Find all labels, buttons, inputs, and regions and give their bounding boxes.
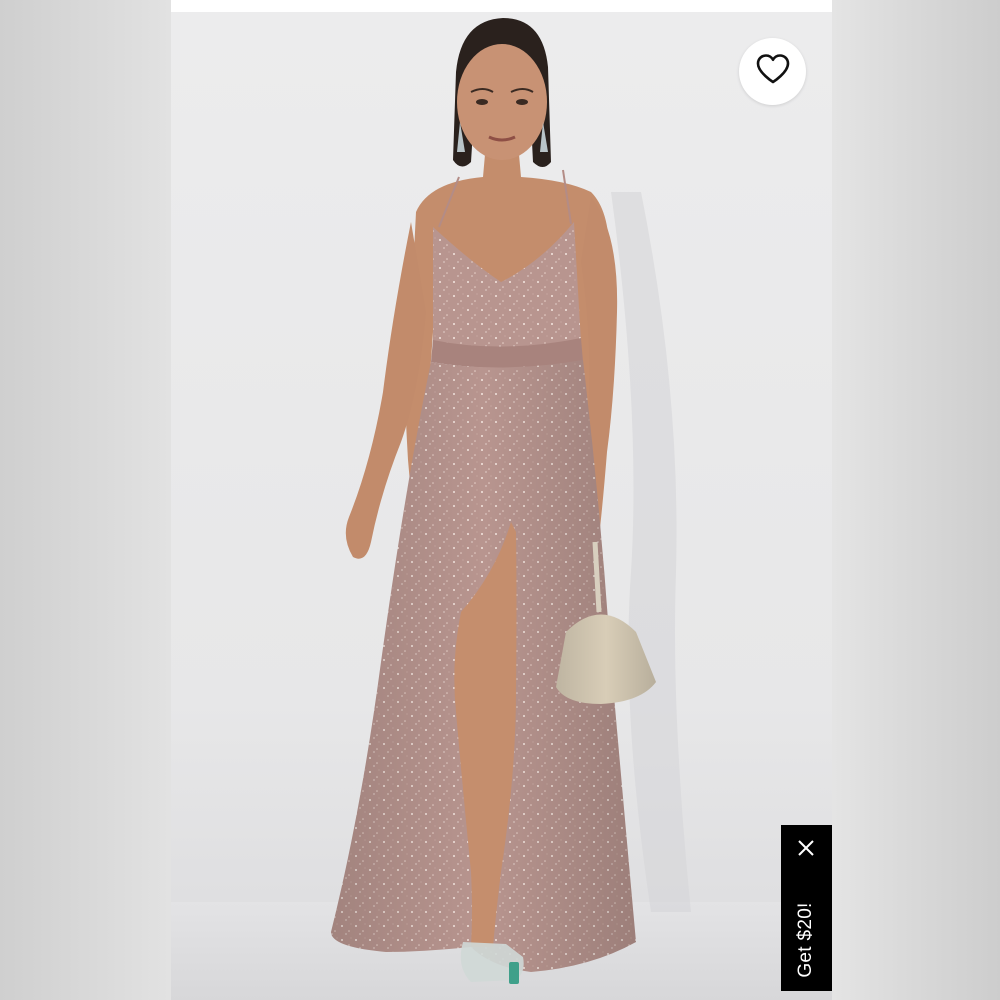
blurred-backdrop-left	[0, 0, 171, 1000]
favorite-button[interactable]	[739, 38, 806, 105]
heart-outline-icon	[755, 53, 791, 90]
blurred-backdrop-right	[832, 0, 1000, 1000]
close-icon	[797, 839, 815, 862]
promo-label[interactable]: Get $20!	[795, 902, 817, 977]
product-image-viewer: Get $20!	[0, 0, 1000, 1000]
model-illustration	[171, 18, 832, 1000]
face	[457, 44, 547, 160]
promo-tab[interactable]: Get $20!	[781, 825, 832, 991]
product-photo[interactable]	[171, 12, 832, 1000]
top-border	[171, 0, 832, 12]
promo-close-button[interactable]	[793, 837, 819, 863]
